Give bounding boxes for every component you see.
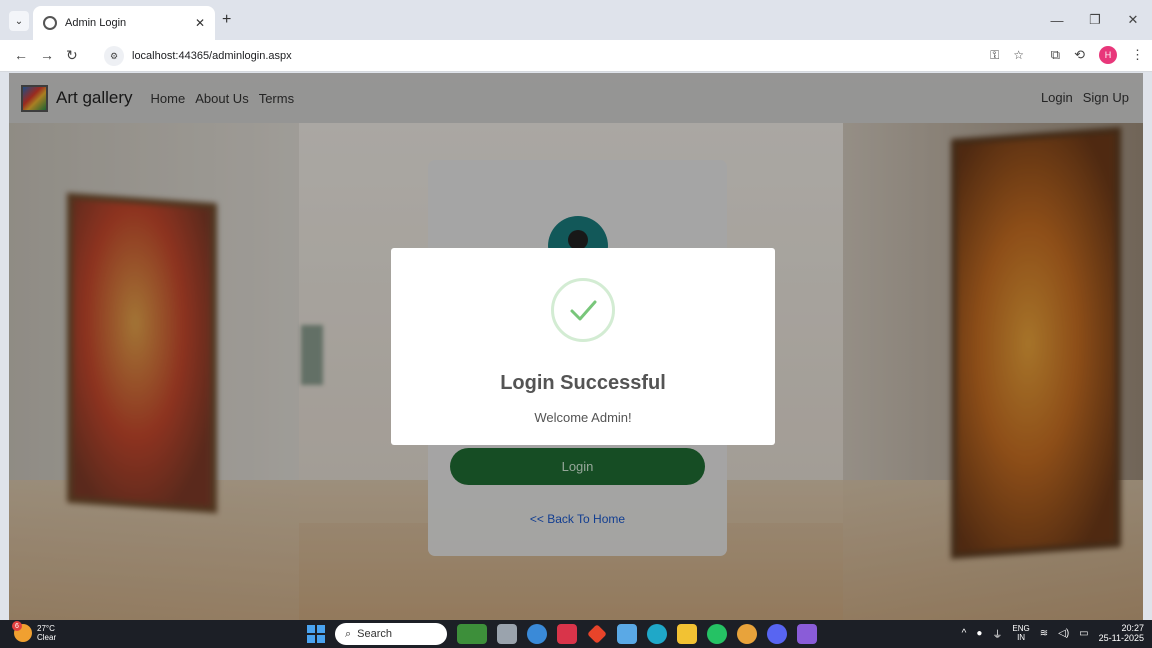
new-tab-button[interactable]: + <box>222 11 231 29</box>
site-settings-icon[interactable]: ⚙ <box>104 46 124 66</box>
tray-chevron-icon[interactable]: ^ <box>962 628 967 639</box>
browser-tab-strip: ⌄ Admin Login ✕ + — ❐ ✕ <box>0 0 1152 40</box>
close-tab-icon[interactable]: ✕ <box>195 16 205 30</box>
login-success-modal: Login Successful Welcome Admin! <box>391 248 775 445</box>
widgets-icon[interactable] <box>457 624 487 644</box>
globe-icon <box>43 16 57 30</box>
password-key-icon[interactable]: ⚿ <box>990 48 999 63</box>
search-icon: ⌕ <box>345 627 352 640</box>
browser-tab-admin-login[interactable]: Admin Login ✕ <box>33 6 215 40</box>
success-check-icon <box>551 278 615 342</box>
battery-icon[interactable]: ▭ <box>1079 628 1088 639</box>
visual-studio-icon[interactable] <box>797 624 817 644</box>
system-tray: ^ ● ⏚ ENG IN ≋ ◁) ▭ 20:27 25-11-2025 <box>962 623 1144 643</box>
omnibox-actions: ⚿ ☆ <box>990 48 1024 63</box>
minimize-icon[interactable]: — <box>1038 0 1076 40</box>
toolbar-right: ⧉ ⟲ H ⋮ <box>1051 46 1144 64</box>
modal-message: Welcome Admin! <box>534 410 632 425</box>
task-view-icon[interactable] <box>497 624 517 644</box>
weather-widget[interactable]: 6 27°C Clear <box>12 621 56 642</box>
language-code: ENG <box>1012 624 1030 633</box>
window-controls: — ❐ ✕ <box>1038 0 1152 40</box>
search-label: Search <box>357 628 393 640</box>
clock-date: 25-11-2025 <box>1098 633 1144 643</box>
file-explorer-icon[interactable] <box>677 624 697 644</box>
region-code: IN <box>1017 633 1026 642</box>
check-icon <box>570 300 597 321</box>
microphone-icon[interactable]: ⏚ <box>992 626 1002 641</box>
clock[interactable]: 20:27 25-11-2025 <box>1099 623 1144 643</box>
weather-condition: Clear <box>37 633 57 642</box>
browser-toolbar: ← → ↻ ⚙ localhost:44365/adminlogin.aspx … <box>0 40 1152 72</box>
wifi-icon[interactable]: ≋ <box>1040 628 1048 639</box>
weather-badge: 6 <box>12 621 22 631</box>
reload-icon[interactable]: ↻ <box>66 47 78 64</box>
restore-icon[interactable]: ❐ <box>1076 0 1114 40</box>
bookmark-star-icon[interactable]: ☆ <box>1013 48 1024 63</box>
performance-icon[interactable]: ⟲ <box>1074 47 1085 63</box>
clock-time: 20:27 <box>1121 623 1144 633</box>
discord-icon[interactable] <box>767 624 787 644</box>
url-text[interactable]: localhost:44365/adminlogin.aspx <box>132 50 292 62</box>
weather-temperature: 27°C <box>37 624 55 633</box>
tab-title: Admin Login <box>65 17 127 29</box>
close-window-icon[interactable]: ✕ <box>1114 0 1152 40</box>
whatsapp-icon[interactable] <box>707 624 727 644</box>
modal-title: Login Successful <box>500 372 666 394</box>
address-bar[interactable]: ⚙ localhost:44365/adminlogin.aspx <box>98 44 1030 68</box>
forward-arrow-icon[interactable]: → <box>40 47 54 63</box>
store-icon[interactable] <box>617 624 637 644</box>
tray-app-icon[interactable]: ● <box>976 628 982 639</box>
taskbar-search[interactable]: ⌕ Search <box>335 623 447 645</box>
page-viewport: Art gallery Home About Us Terms Login Si… <box>9 73 1143 620</box>
language-indicator[interactable]: ENG IN <box>1012 624 1029 642</box>
back-arrow-icon[interactable]: ← <box>14 47 28 63</box>
extensions-icon[interactable]: ⧉ <box>1051 47 1060 63</box>
mcafee-icon[interactable] <box>557 624 577 644</box>
weather-text: 27°C Clear <box>37 624 56 642</box>
volume-icon[interactable]: ◁) <box>1058 628 1069 639</box>
tab-search-button[interactable]: ⌄ <box>9 11 29 31</box>
weather-sun-icon: 6 <box>12 621 32 642</box>
chrome-icon[interactable] <box>737 624 757 644</box>
app-icon-red-diamond[interactable] <box>587 624 607 644</box>
profile-avatar[interactable]: H <box>1099 46 1117 64</box>
edge-icon[interactable] <box>647 624 667 644</box>
app-icon-blue[interactable] <box>527 624 547 644</box>
menu-kebab-icon[interactable]: ⋮ <box>1131 47 1144 63</box>
windows-taskbar: 6 27°C Clear ⌕ Search ^ ● ⏚ ENG IN ≋ ◁) … <box>0 620 1152 648</box>
taskbar-apps: ⌕ Search <box>307 623 817 645</box>
start-windows-icon[interactable] <box>307 625 325 643</box>
